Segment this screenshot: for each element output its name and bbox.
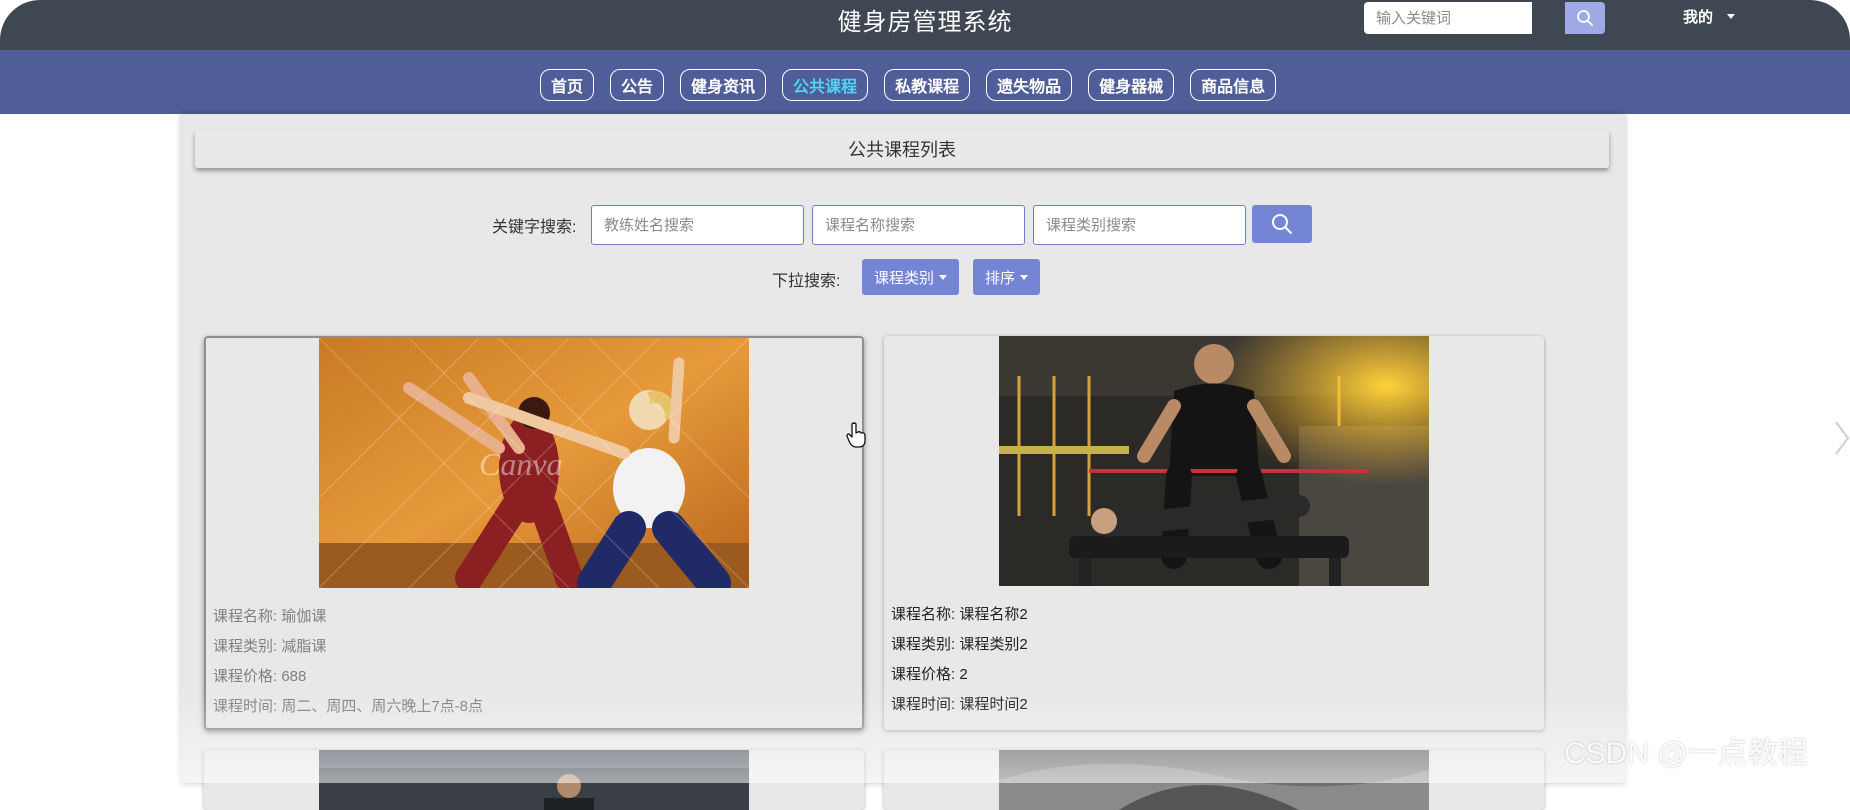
chevron-down-icon bbox=[939, 274, 948, 280]
nav-item-home[interactable]: 首页 bbox=[540, 69, 595, 101]
course-name: 课程名称: 瑜伽课 bbox=[213, 608, 327, 625]
course-image bbox=[999, 750, 1429, 810]
hand-cursor-icon bbox=[846, 422, 866, 448]
course-type: 课程类别: 减脂课 bbox=[213, 638, 327, 655]
course-type-dropdown-label: 课程类别 bbox=[874, 269, 935, 287]
course-name-search-input[interactable] bbox=[812, 205, 1025, 245]
course-time: 课程时间: 课程时间2 bbox=[891, 696, 1028, 713]
course-image bbox=[319, 750, 749, 810]
course-time: 课程时间: 周二、周四、周六晚上7点-8点 bbox=[213, 698, 484, 715]
image-watermark: Canva bbox=[479, 446, 563, 482]
nav-item-fitness-news[interactable]: 健身资讯 bbox=[680, 69, 767, 101]
search-icon bbox=[1272, 214, 1292, 234]
course-photo bbox=[999, 750, 1429, 810]
nav-item-private-courses[interactable]: 私教课程 bbox=[884, 69, 971, 101]
coach-name-search-input[interactable] bbox=[591, 205, 804, 245]
main-navbar: 首页 公告 健身资讯 公共课程 私教课程 遗失物品 健身器械 商品信息 bbox=[0, 50, 1850, 114]
header-search bbox=[1364, 2, 1605, 34]
nav-item-products[interactable]: 商品信息 bbox=[1190, 69, 1277, 101]
course-card[interactable] bbox=[884, 750, 1544, 810]
user-menu[interactable]: 我的 bbox=[1683, 6, 1736, 27]
course-price: 课程价格: 2 bbox=[891, 666, 968, 683]
top-header-bar: 健身房管理系统 我的 bbox=[0, 0, 1850, 50]
gym-training-photo bbox=[999, 336, 1429, 586]
main-content: 公共课程列表 关键字搜索: 下拉搜索: 课程类别 排序 bbox=[181, 114, 1625, 810]
course-photo bbox=[319, 750, 749, 810]
chevron-down-icon bbox=[1020, 274, 1029, 280]
page-title: 公共课程列表 bbox=[195, 130, 1609, 168]
csdn-watermark: CSDN @一点教程 bbox=[1564, 737, 1808, 770]
course-image: Canva bbox=[319, 338, 749, 588]
course-card[interactable]: Canva 课程名称: 瑜伽课 课程类别: 减脂课 课程价格: 688 课程时间… bbox=[204, 336, 864, 730]
nav-item-lost-items[interactable]: 遗失物品 bbox=[986, 69, 1073, 101]
keyword-search-button[interactable] bbox=[1252, 205, 1312, 243]
user-menu-label: 我的 bbox=[1683, 9, 1714, 26]
course-price: 课程价格: 688 bbox=[213, 668, 307, 685]
course-type-search-input[interactable] bbox=[1033, 205, 1246, 245]
nav-item-equipment[interactable]: 健身器械 bbox=[1088, 69, 1175, 101]
course-info: 课程名称: 课程名称2 课程类别: 课程类别2 课程价格: 2 课程时间: 课程… bbox=[891, 600, 1028, 720]
search-icon bbox=[1577, 10, 1593, 26]
course-type-dropdown[interactable]: 课程类别 bbox=[862, 259, 960, 295]
course-card[interactable] bbox=[204, 750, 864, 810]
keyword-search-label: 关键字搜索: bbox=[492, 219, 577, 236]
header-search-input[interactable] bbox=[1364, 2, 1532, 34]
course-card[interactable]: 课程名称: 课程名称2 课程类别: 课程类别2 课程价格: 2 课程时间: 课程… bbox=[884, 336, 1544, 730]
course-image bbox=[999, 336, 1429, 586]
course-name: 课程名称: 课程名称2 bbox=[891, 606, 1028, 623]
header-search-button[interactable] bbox=[1565, 2, 1605, 34]
course-type: 课程类别: 课程类别2 bbox=[891, 636, 1028, 653]
sort-dropdown[interactable]: 排序 bbox=[973, 259, 1041, 295]
chevron-right-icon[interactable] bbox=[1834, 420, 1850, 456]
chevron-down-icon bbox=[1727, 14, 1736, 19]
nav-item-public-courses[interactable]: 公共课程 bbox=[782, 69, 869, 101]
sort-dropdown-label: 排序 bbox=[985, 269, 1016, 287]
nav-list: 首页 公告 健身资讯 公共课程 私教课程 遗失物品 健身器械 商品信息 bbox=[540, 69, 1277, 101]
dropdown-search-label: 下拉搜索: bbox=[772, 273, 841, 290]
nav-item-announcements[interactable]: 公告 bbox=[610, 69, 665, 101]
course-info: 课程名称: 瑜伽课 课程类别: 减脂课 课程价格: 688 课程时间: 周二、周… bbox=[213, 602, 483, 722]
